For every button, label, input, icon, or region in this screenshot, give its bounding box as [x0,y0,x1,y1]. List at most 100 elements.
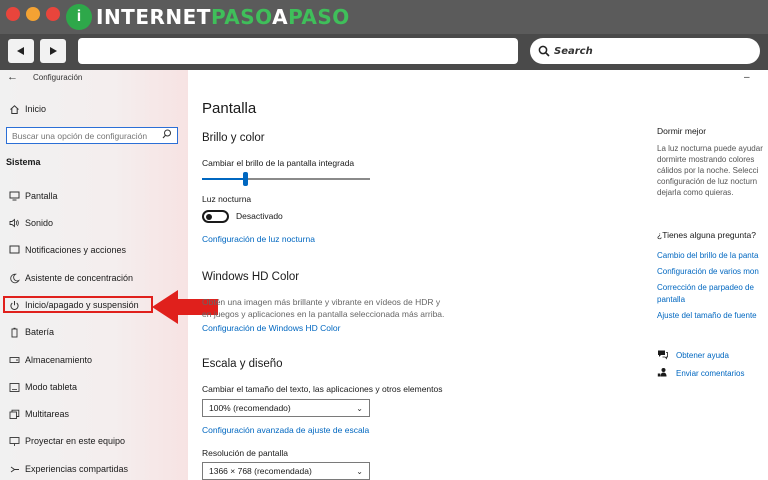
feedback-person-icon [657,367,671,380]
question-heading: ¿Tienes alguna pregunta? [657,230,756,240]
logo-text: INTERNETPASOAPASO [96,5,350,29]
share-icon [5,464,23,475]
night-light-label: Luz nocturna [202,194,252,204]
help-link-brightness[interactable]: Cambio del brillo de la panta [657,251,758,260]
page-title: Pantalla [202,100,257,117]
minimize-icon[interactable]: – [744,72,750,83]
sidebar-item-experiencias[interactable]: Experiencias compartidas [0,458,188,480]
sidebar-item-multitareas[interactable]: Multitareas [0,403,188,425]
brightness-slider-thumb[interactable] [243,172,249,186]
sidebar-item-label: Batería [25,327,55,337]
brightness-slider[interactable] [202,172,370,186]
sleep-text-line: configuración de luz nocturn [657,177,758,186]
main-content: Pantalla Brillo y color Cambiar el brill… [188,70,628,480]
resolution-label: Resolución de pantalla [202,448,289,458]
sidebar-item-notificaciones[interactable]: Notificaciones y acciones [0,239,188,261]
tablet-icon [5,382,23,393]
related-panel: – Dormir mejor La luz nocturna puede ayu… [628,70,768,480]
night-light-state: Desactivado [236,211,283,221]
sidebar-item-label: Asistente de concentración [25,273,134,283]
section-heading-hdr: Windows HD Color [202,271,300,283]
minimize-window-button[interactable] [26,7,40,21]
sleep-heading: Dormir mejor [657,126,707,136]
help-link-flicker-cont[interactable]: pantalla [657,295,685,304]
multitask-icon [5,409,23,420]
help-link-monitors[interactable]: Configuración de varios mon [657,267,759,276]
speaker-icon [5,218,23,228]
scale-label: Cambiar el tamaño del texto, las aplicac… [202,384,443,394]
triangle-left-icon [17,47,24,55]
send-feedback-link[interactable]: Enviar comentarios [657,367,744,380]
hdr-settings-link[interactable]: Configuración de Windows HD Color [202,323,340,333]
settings-sidebar: ← Configuración Inicio Sistema Pantalla … [0,70,188,480]
night-light-settings-link[interactable]: Configuración de luz nocturna [202,234,315,244]
close-window-button[interactable] [6,7,20,21]
sidebar-item-proyectar[interactable]: Proyectar en este equipo [0,430,188,452]
storage-icon [5,355,23,365]
monitor-icon [5,191,23,201]
battery-icon [5,327,23,338]
search-label: Search [554,45,593,57]
sidebar-item-bateria[interactable]: Batería [0,321,188,343]
browser-search-bar[interactable]: Search [530,38,760,64]
night-light-toggle[interactable] [202,210,229,223]
address-bar[interactable] [78,38,518,64]
sidebar-item-label: Inicio [25,104,47,114]
logo-mark: i [66,4,92,30]
project-icon [5,436,23,447]
sidebar-item-label: Experiencias compartidas [25,464,129,474]
highlight-box [3,296,153,313]
notification-icon [5,245,23,255]
sleep-text-line: dejarla como quieras. [657,188,734,197]
sidebar-item-label: Modo tableta [25,382,78,392]
advanced-scaling-link[interactable]: Configuración avanzada de ajuste de esca… [202,425,369,435]
settings-search-box[interactable] [6,127,178,144]
get-help-label: Obtener ayuda [676,351,729,360]
toggle-knob [206,213,212,220]
search-icon[interactable] [162,129,172,142]
sidebar-item-almacenamiento[interactable]: Almacenamiento [0,349,188,371]
chevron-down-icon: ⌄ [356,466,363,476]
sleep-text-line: La luz nocturna puede ayudar [657,144,763,153]
site-logo: i INTERNETPASOAPASO [66,3,350,31]
back-button[interactable] [8,39,34,63]
sidebar-item-label: Pantalla [25,191,58,201]
settings-window: ← Configuración Inicio Sistema Pantalla … [0,70,768,480]
scale-select[interactable]: 100% (recomendado) ⌄ [202,399,370,417]
scale-select-value: 100% (recomendado) [209,403,291,413]
sidebar-item-asistente[interactable]: Asistente de concentración [0,267,188,289]
sidebar-item-label: Notificaciones y acciones [25,245,127,255]
resolution-select-value: 1366 × 768 (recomendada) [209,466,312,476]
sidebar-item-label: Proyectar en este equipo [25,436,126,446]
triangle-right-icon [50,47,57,55]
get-help-link[interactable]: Obtener ayuda [657,349,729,362]
back-arrow-icon[interactable]: ← [7,71,18,83]
maximize-window-button[interactable] [46,7,60,21]
sidebar-item-home[interactable]: Inicio [0,98,188,120]
forward-button[interactable] [40,39,66,63]
sleep-text-line: cálidos por la noche. Selecci [657,166,759,175]
help-link-font-size[interactable]: Ajuste del tamaño de fuente [657,311,757,320]
help-chat-icon [657,349,671,362]
settings-search-input[interactable] [12,130,162,141]
hdr-description-line1: Obtén una imagen más brillante y vibrant… [202,297,441,307]
browser-toolbar: Search [0,34,768,70]
sidebar-item-label: Multitareas [25,409,70,419]
resolution-select[interactable]: 1366 × 768 (recomendada) ⌄ [202,462,370,480]
sidebar-item-label: Sonido [25,218,54,228]
help-link-flicker[interactable]: Corrección de parpadeo de [657,283,754,292]
browser-title-bar: i INTERNETPASOAPASO [0,0,768,34]
moon-icon [5,273,23,284]
sidebar-item-sonido[interactable]: Sonido [0,212,188,234]
section-title: Sistema [6,157,41,167]
home-icon [5,104,23,115]
sidebar-item-modo-tableta[interactable]: Modo tableta [0,376,188,398]
sidebar-item-pantalla[interactable]: Pantalla [0,185,188,207]
send-feedback-label: Enviar comentarios [676,369,745,378]
brightness-slider-fill [202,178,246,180]
section-heading-brillo: Brillo y color [202,132,265,144]
hdr-description-line2: en juegos y aplicaciones en la pantalla … [202,309,445,319]
chevron-down-icon: ⌄ [356,403,363,413]
sleep-text-line: dormirte mostrando colores [657,155,755,164]
sidebar-item-label: Almacenamiento [25,355,93,365]
